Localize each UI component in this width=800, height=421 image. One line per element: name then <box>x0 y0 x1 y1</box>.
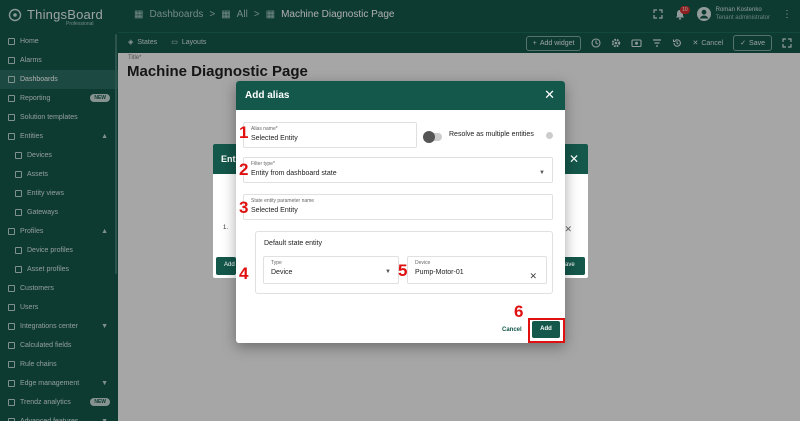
alias-name-label: Alias name* <box>251 126 278 132</box>
device-value: Pump-Motor-01 <box>415 269 464 276</box>
remove-alias-icon[interactable]: ✕ <box>564 224 572 235</box>
add-alias-button[interactable]: Add <box>216 257 236 275</box>
filter-type-select[interactable]: Filter type* Entity from dashboard state… <box>243 157 553 183</box>
annotation-2: 2 <box>239 160 249 179</box>
alias-name-value: Selected Entity <box>251 135 298 142</box>
annotation-6: 6 <box>514 302 524 321</box>
state-param-field[interactable]: State entity parameter name Selected Ent… <box>243 194 553 220</box>
filter-type-value: Entity from dashboard state <box>251 170 337 177</box>
help-icon[interactable] <box>546 132 553 139</box>
device-label: Device <box>415 260 431 266</box>
resolve-multiple-toggle[interactable] <box>423 131 442 143</box>
entity-type-label: Type <box>271 260 282 266</box>
dropdown-arrow-icon: ▼ <box>539 170 545 176</box>
alias-row-number: 1. <box>223 225 229 231</box>
close-icon[interactable]: ✕ <box>544 87 555 103</box>
filter-type-label: Filter type* <box>251 161 275 167</box>
state-param-value: Selected Entity <box>251 207 298 214</box>
toggle-knob <box>423 131 435 143</box>
entity-type-value: Device <box>271 269 293 276</box>
close-icon[interactable]: ✕ <box>569 152 579 166</box>
annotation-5: 5 <box>398 261 408 280</box>
cancel-button[interactable]: Cancel <box>502 327 522 333</box>
resolve-multiple-label: Resolve as multiple entities <box>449 131 534 138</box>
device-autocomplete[interactable]: Device Pump-Motor-01 ✕ <box>407 256 547 284</box>
default-state-title: Default state entity <box>264 240 322 247</box>
alias-name-field[interactable]: Alias name* Selected Entity <box>243 122 417 148</box>
clear-icon[interactable]: ✕ <box>529 271 537 282</box>
annotation-4: 4 <box>239 264 249 283</box>
annotation-highlight-box <box>528 318 565 343</box>
annotation-3: 3 <box>239 198 249 217</box>
dialog-title: Add alias <box>245 90 290 101</box>
dialog-header: Add alias ✕ <box>236 81 565 110</box>
state-param-label: State entity parameter name <box>251 198 315 204</box>
annotation-1: 1 <box>239 123 249 142</box>
entity-type-select[interactable]: Type Device ▼ <box>263 256 399 284</box>
dropdown-arrow-icon: ▼ <box>385 269 391 275</box>
